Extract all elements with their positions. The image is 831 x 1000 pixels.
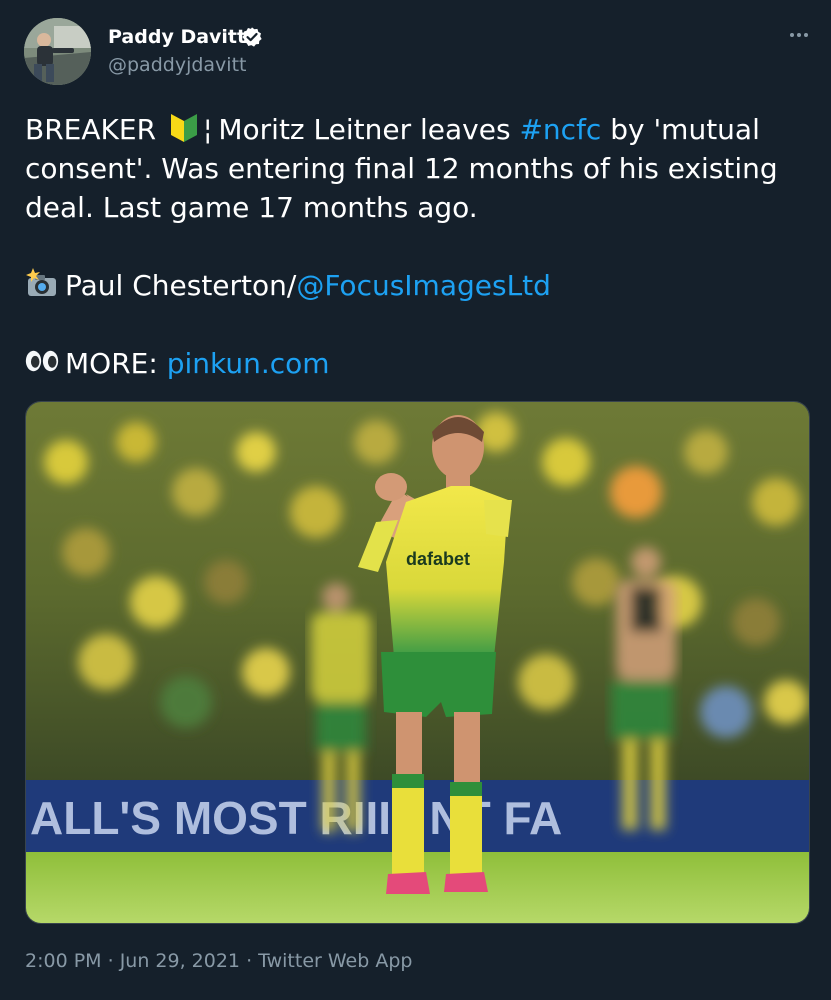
tweet-text-line-1: BREAKER ¦ Moritz Leitner leaves #ncfc by …	[25, 110, 760, 149]
pinkun-link[interactable]: pinkun.com	[167, 347, 330, 380]
author-name[interactable]: Paddy Davitt	[108, 26, 246, 48]
tweet-text-bar: ¦	[202, 113, 213, 146]
verified-badge-icon	[242, 27, 262, 47]
avatar[interactable]	[24, 18, 91, 85]
tweet-time[interactable]: 2:00 PM	[25, 950, 102, 972]
author-handle[interactable]: @paddyjdavitt	[108, 54, 246, 76]
tweet-text-line-2: consent'. Was entering final 12 months o…	[25, 152, 778, 185]
japanese-beginner-symbol-icon	[170, 114, 197, 142]
more-label: MORE:	[65, 347, 158, 380]
tweet-credit-line: Paul Chesterton/@FocusImagesLtd	[25, 266, 551, 305]
tweet-card: Paddy Davitt @paddyjdavitt BREAKER ¦ Mori…	[0, 0, 831, 1000]
camera-flash-icon	[26, 268, 56, 296]
tweet-text-main: Moritz Leitner leaves	[218, 113, 511, 146]
tweet-text-breaker: BREAKER	[25, 113, 157, 146]
photo-credit-name: Paul Chesterton/	[65, 269, 297, 302]
eyes-icon	[25, 350, 59, 372]
more-options-icon[interactable]	[785, 22, 813, 48]
shirt-sponsor-text: dafabet	[406, 549, 470, 569]
tweet-text-line-3: deal. Last game 17 months ago.	[25, 191, 478, 224]
tweet-more-line: MORE: pinkun.com	[25, 344, 330, 383]
photo-footballer-applauding: ALL'S MOST RIII I NT FA dafabet	[26, 402, 809, 923]
stand-banner-text: ALL'S MOST RIII I NT FA	[30, 792, 562, 844]
meta-separator: ·	[240, 950, 259, 972]
mention-link[interactable]: @FocusImagesLtd	[296, 269, 551, 302]
tweet-photo[interactable]: ALL'S MOST RIII I NT FA dafabet	[25, 401, 810, 924]
tweet-text-line1-end: by 'mutual	[610, 113, 760, 146]
hashtag-link[interactable]: #ncfc	[519, 113, 601, 146]
tweet-meta: 2:00 PM · Jun 29, 2021 · Twitter Web App	[25, 950, 412, 972]
tweet-source[interactable]: Twitter Web App	[258, 950, 412, 972]
tweet-date[interactable]: Jun 29, 2021	[120, 950, 240, 972]
meta-separator: ·	[101, 950, 120, 972]
